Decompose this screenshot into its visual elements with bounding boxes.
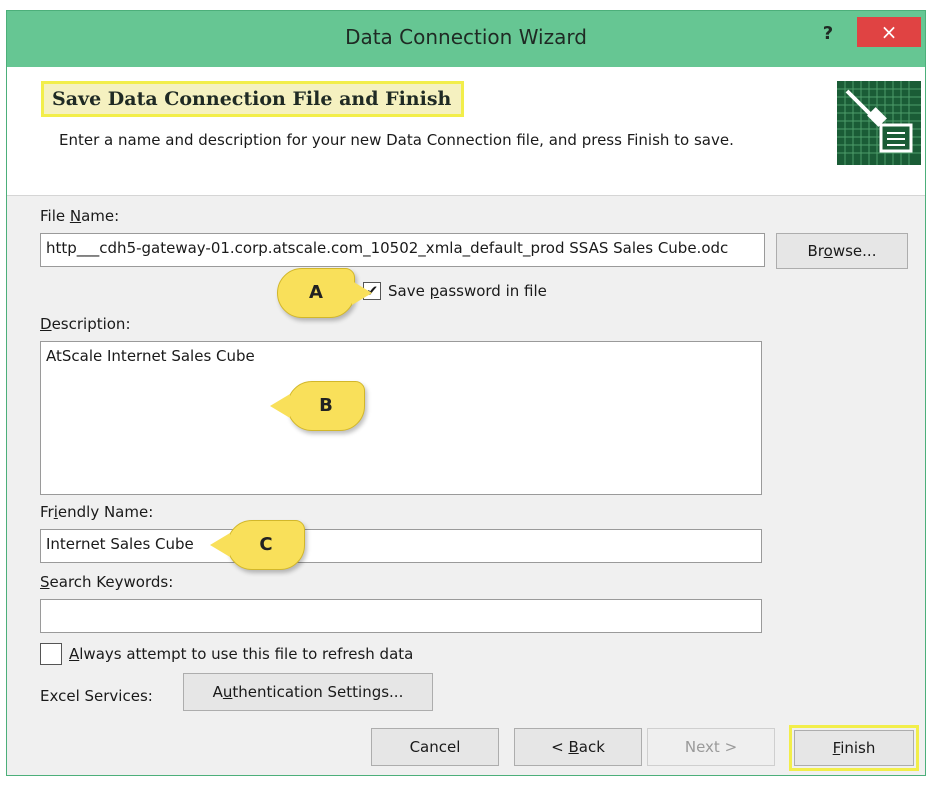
help-button[interactable]: ? <box>815 21 841 47</box>
step-title: Save Data Connection File and Finish <box>41 81 465 117</box>
step-description: Enter a name and description for your ne… <box>59 131 734 149</box>
cancel-button[interactable]: Cancel <box>371 728 499 766</box>
title-bar[interactable]: Data Connection Wizard ? × <box>7 11 925 67</box>
callout-a: A <box>277 268 372 318</box>
search-keywords-input[interactable] <box>40 599 762 633</box>
always-refresh-checkbox[interactable] <box>40 643 62 665</box>
wizard-header: Save Data Connection File and Finish Ent… <box>7 67 925 196</box>
next-button[interactable]: Next > <box>647 728 775 766</box>
data-connection-icon <box>837 81 921 165</box>
excel-services-label: Excel Services: <box>40 687 153 705</box>
callout-c: C <box>210 520 305 570</box>
friendly-name-label: Friendly Name: <box>40 503 154 521</box>
description-label: Description: <box>40 315 131 333</box>
window-title: Data Connection Wizard <box>345 25 587 49</box>
back-button[interactable]: < Back <box>514 728 642 766</box>
file-name-label: File Name: <box>40 207 120 225</box>
friendly-name-input[interactable]: Internet Sales Cube <box>40 529 762 563</box>
finish-button[interactable]: Finish <box>794 730 914 766</box>
save-password-label: Save password in file <box>388 282 547 300</box>
search-keywords-label: Search Keywords: <box>40 573 174 591</box>
browse-button[interactable]: Browse... <box>776 233 908 269</box>
always-refresh-label: Always attempt to use this file to refre… <box>69 645 414 663</box>
dialog-window: Data Connection Wizard ? × Save Data Con… <box>6 10 926 776</box>
callout-b: B <box>270 381 365 431</box>
authentication-settings-button[interactable]: Authentication Settings... <box>183 673 433 711</box>
description-textarea[interactable]: AtScale Internet Sales Cube <box>40 341 762 495</box>
close-button[interactable]: × <box>857 17 921 47</box>
file-name-input[interactable]: http___cdh5-gateway-01.corp.atscale.com_… <box>40 233 765 267</box>
